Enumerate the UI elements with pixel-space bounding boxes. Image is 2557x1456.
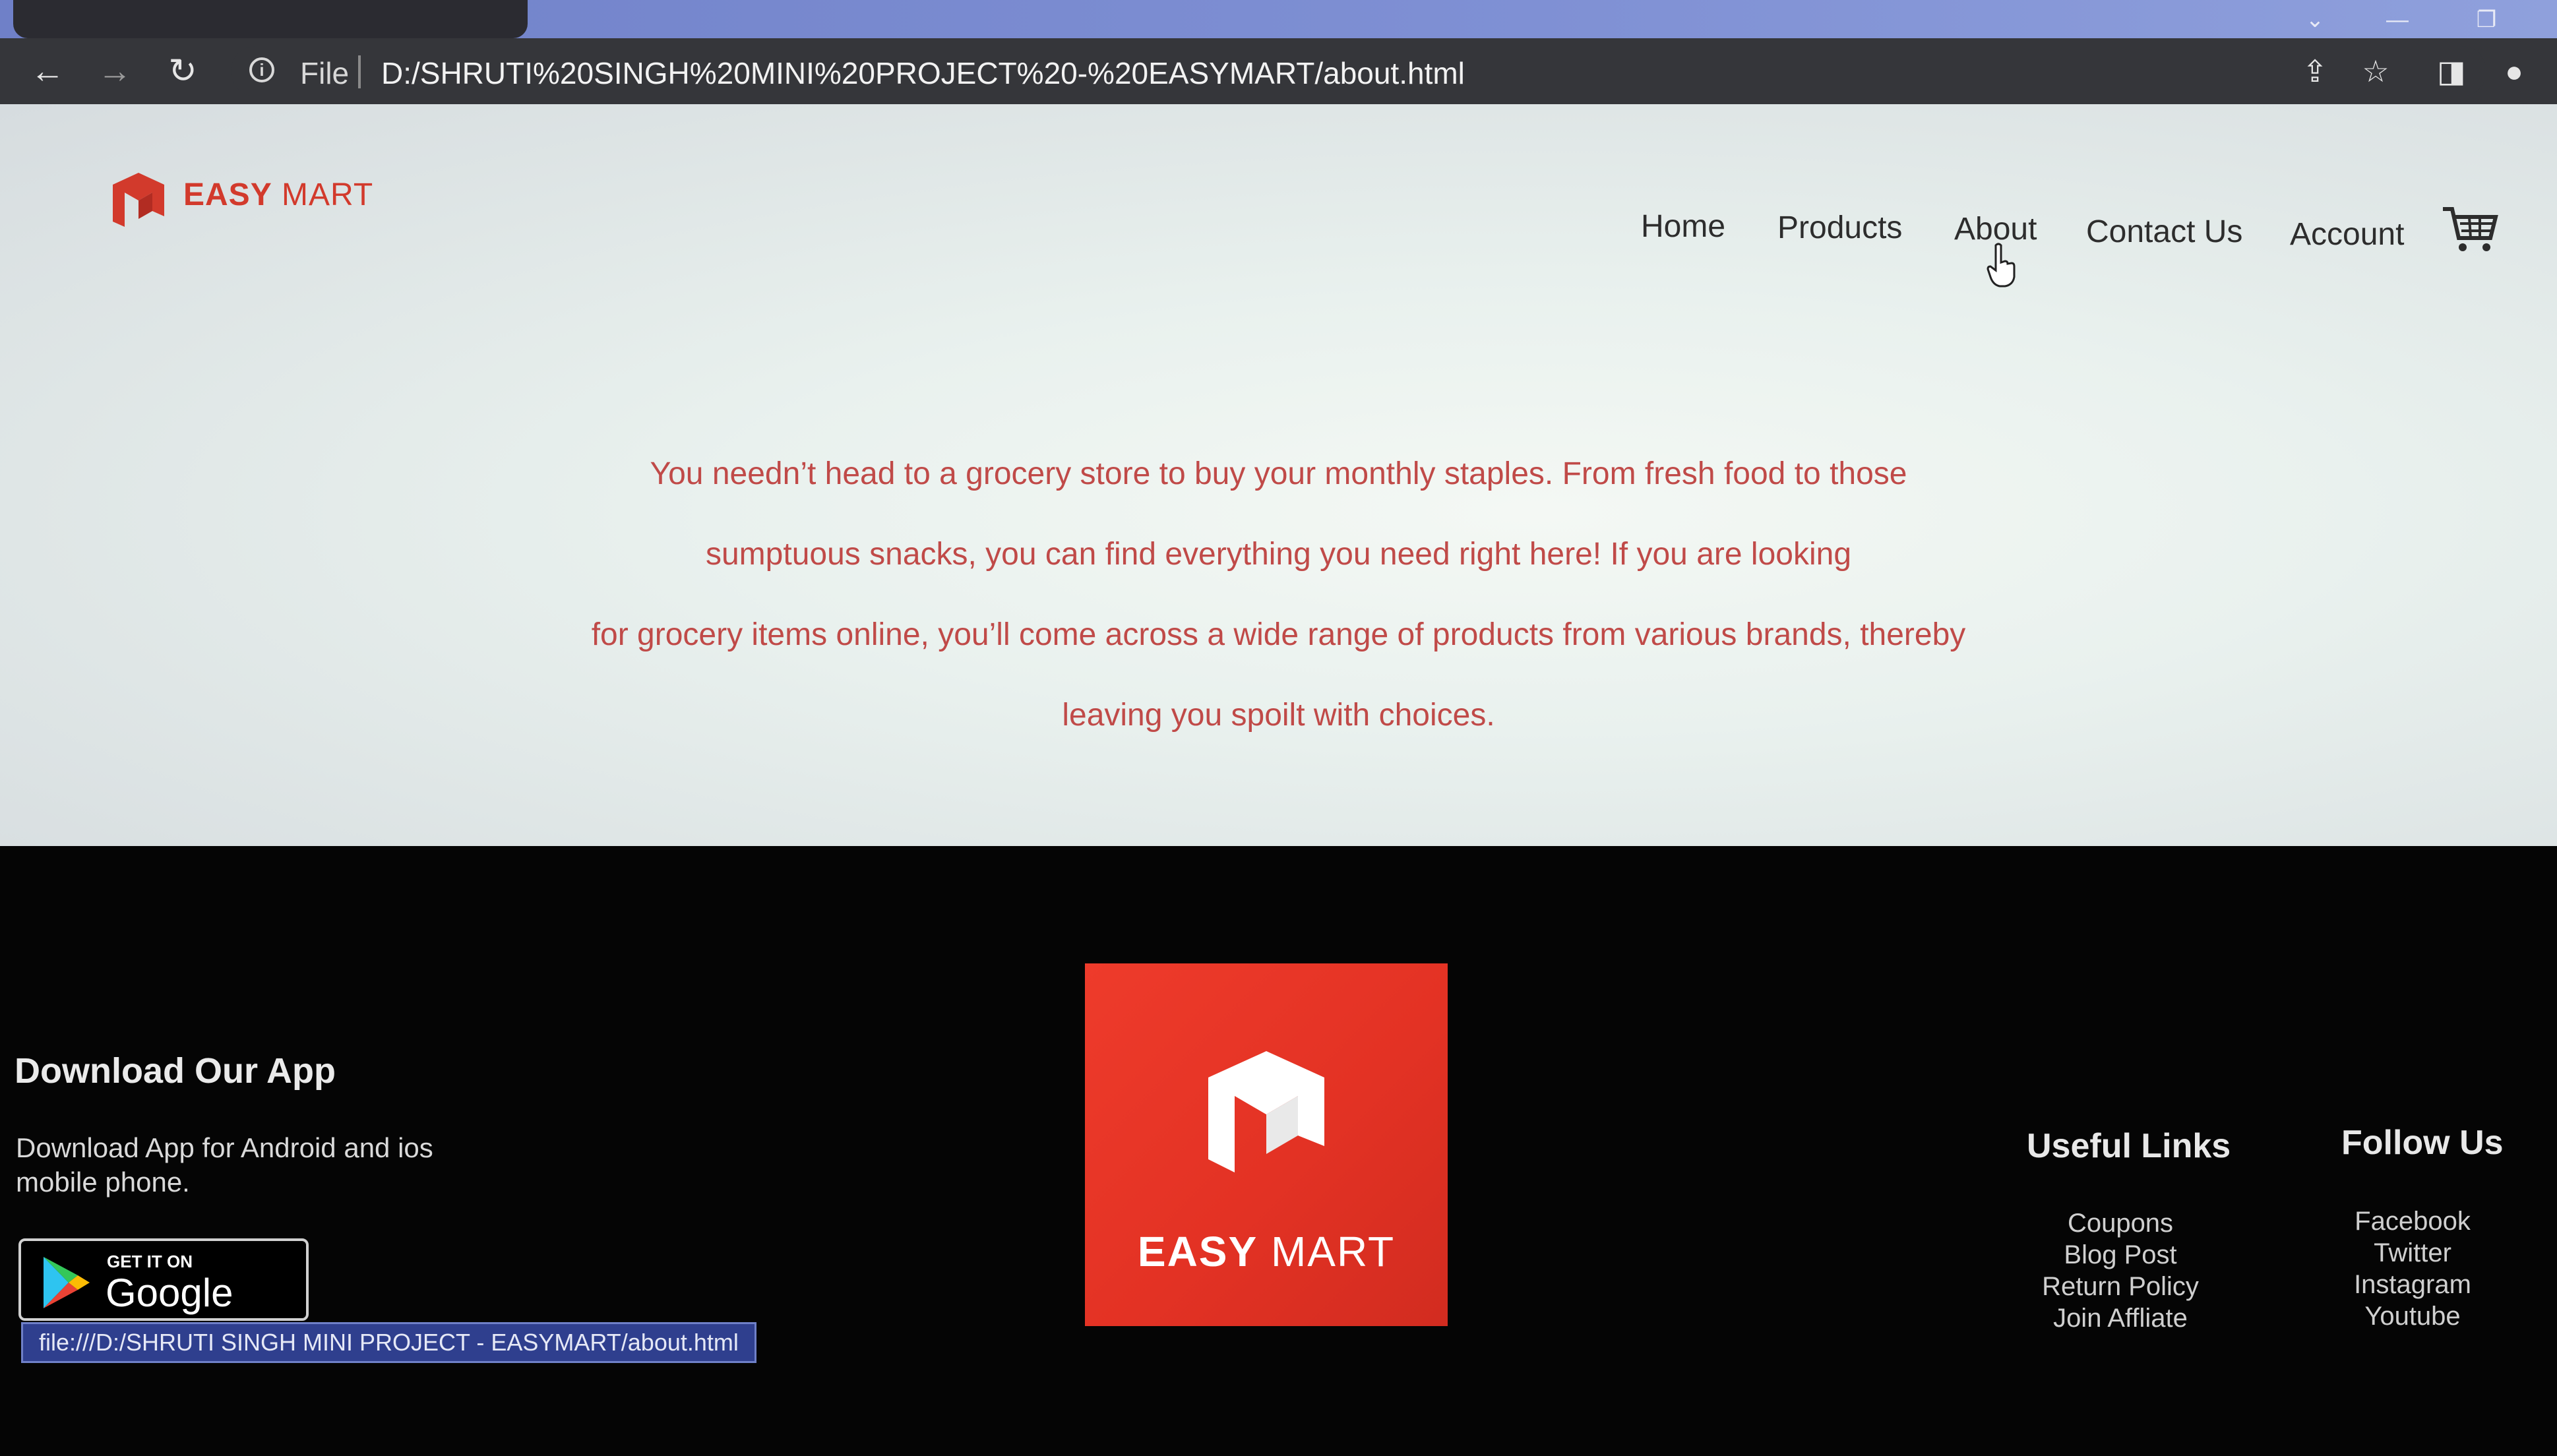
nav-about[interactable]: About [1954,211,2037,247]
site-info-icon[interactable]: i [249,57,274,82]
link-instagram[interactable]: Instagram [2314,1269,2511,1300]
restore-icon[interactable]: ❐ [2457,7,2516,33]
bookmark-star-icon[interactable]: ☆ [2355,51,2397,91]
url-scheme-label: File [300,56,350,90]
footer: Download Our App Download App for Androi… [0,846,2557,1456]
nav-products[interactable]: Products [1777,210,1902,246]
active-tab[interactable] [13,0,528,38]
google-play-icon [44,1257,90,1308]
link-return-policy[interactable]: Return Policy [2021,1271,2219,1302]
follow-us-list: Facebook Twitter Instagram Youtube [2314,1205,2511,1332]
browser-toolbar: ← → ↻ i File D:/SHRUTI%20SINGH%20MINI%20… [0,38,2557,104]
about-page: EASY MART Home Products About Contact Us… [0,104,2557,846]
about-text-line: leaving you spoilt with choices. [1062,698,1495,733]
url-text[interactable]: D:/SHRUTI%20SINGH%20MINI%20PROJECT%20-%2… [381,55,1465,91]
link-facebook[interactable]: Facebook [2314,1205,2511,1237]
link-coupons[interactable]: Coupons [2021,1207,2219,1239]
brand-logo-icon [1208,1051,1324,1172]
profile-icon[interactable]: ● [2493,51,2535,91]
tab-search-chevron-icon[interactable]: ⌄ [2292,5,2338,34]
about-text-line: sumptuous snacks, you can find everythin… [705,537,1852,572]
link-youtube[interactable]: Youtube [2314,1300,2511,1332]
about-text-line: for grocery items online, you’ll come ac… [591,617,1966,652]
follow-us-title: Follow Us [2341,1124,2504,1162]
back-arrow-icon[interactable]: ← [26,53,69,90]
about-description: You needn’t head to a grocery store to b… [0,434,2557,756]
footer-brand-logo: EASY MART [1085,963,1448,1326]
hand-pointer-cursor-icon [1987,243,2016,288]
tab-strip: ⌄ — ❐ [0,0,2557,38]
useful-links-title: Useful Links [2027,1127,2231,1165]
brand-name[interactable]: EASY MART [183,177,373,213]
brand-logo-icon[interactable] [109,170,168,229]
reload-icon[interactable]: ↻ [162,53,204,90]
address-bar[interactable]: i File D:/SHRUTI%20SINGH%20MINI%20PROJEC… [231,46,2486,96]
link-twitter[interactable]: Twitter [2314,1237,2511,1269]
google-play-small-label: GET IT ON [107,1252,193,1271]
google-play-button[interactable]: GET IT ON Google Play [18,1238,309,1360]
nav-account[interactable]: Account [2290,216,2404,253]
cart-icon[interactable] [2440,200,2500,259]
about-text-line: You needn’t head to a grocery store to b… [650,456,1907,491]
minimize-icon[interactable]: — [2368,7,2427,33]
footer-brand-name: EASY MART [1137,1228,1396,1275]
download-app-description: Download App for Android and ios mobile … [16,1132,433,1198]
status-bar-url: file:///D:/SHRUTI SINGH MINI PROJECT - E… [21,1322,756,1363]
link-join-affiliate[interactable]: Join Affliate [2021,1302,2219,1334]
forward-arrow-icon[interactable]: → [94,53,136,90]
url-separator [358,55,361,88]
useful-links-list: Coupons Blog Post Return Policy Join Aff… [2021,1207,2219,1334]
nav-home[interactable]: Home [1641,208,1725,245]
side-panel-icon[interactable]: ◨ [2430,51,2473,91]
nav-contact-us[interactable]: Contact Us [2086,214,2242,250]
download-app-title: Download Our App [15,1051,336,1091]
link-blog-post[interactable]: Blog Post [2021,1239,2219,1271]
share-icon[interactable]: ⇪ [2294,51,2336,91]
